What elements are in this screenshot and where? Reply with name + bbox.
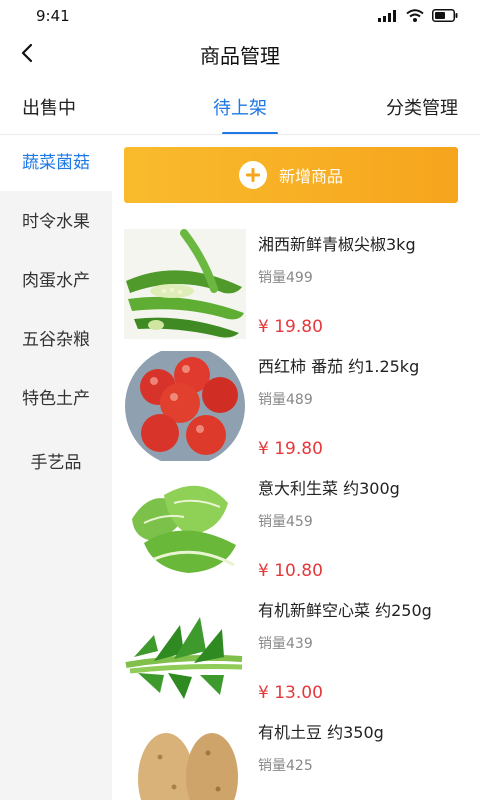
tab-bar: 出售中 待上架 分类管理 [0, 80, 480, 135]
product-sales: 销量499 [258, 270, 313, 286]
sidebar-item-vegetables[interactable]: 蔬菜菌菇 [0, 135, 112, 191]
status-icons [378, 9, 458, 22]
add-product-label: 新增商品 [278, 167, 343, 186]
product-sales: 销量439 [258, 636, 313, 652]
product-sales: 销量425 [258, 758, 313, 774]
product-panel: 新增商品 湘西新鲜青椒尖椒3kg 销量499 ¥ 19.80 西红柿 番茄 约1… [112, 135, 480, 800]
product-item[interactable]: 有机土豆 约350g 销量425 [124, 717, 470, 800]
nav-bar: 商品管理 [0, 32, 480, 76]
signal-icon [378, 9, 396, 22]
tab-category-management[interactable]: 分类管理 [386, 94, 458, 120]
product-sales: 销量489 [258, 392, 313, 408]
product-item[interactable]: 湘西新鲜青椒尖椒3kg 销量499 ¥ 19.80 [124, 229, 470, 351]
product-item[interactable]: 西红柿 番茄 约1.25kg 销量489 ¥ 19.80 [124, 351, 470, 473]
product-price: ¥ 10.80 [258, 561, 323, 581]
product-name: 湘西新鲜青椒尖椒3kg [258, 235, 416, 254]
sidebar-item-meat-eggs-seafood[interactable]: 肉蛋水产 [0, 253, 112, 309]
sidebar-item-handicrafts[interactable]: 手艺品 [0, 435, 112, 491]
lettuce-image [124, 473, 246, 583]
wifi-icon [406, 9, 424, 22]
tomato-image [124, 351, 246, 461]
sidebar-item-grains[interactable]: 五谷杂粮 [0, 312, 112, 368]
product-name: 意大利生菜 约300g [258, 479, 400, 498]
plus-circle-icon [238, 161, 267, 189]
product-sales: 销量459 [258, 514, 313, 530]
green-pepper-image [124, 229, 246, 339]
water-spinach-image [124, 595, 246, 705]
status-bar: 9:41 [0, 0, 480, 32]
sidebar-item-fruits[interactable]: 时令水果 [0, 194, 112, 250]
sidebar-item-local-specialties[interactable]: 特色土产 [0, 371, 112, 427]
status-time: 9:41 [36, 7, 70, 25]
page-title: 商品管理 [200, 44, 280, 68]
add-product-button[interactable]: 新增商品 [124, 147, 458, 203]
battery-icon [432, 9, 458, 22]
product-price: ¥ 13.00 [258, 683, 323, 703]
product-item[interactable]: 意大利生菜 约300g 销量459 ¥ 10.80 [124, 473, 470, 595]
category-sidebar: 蔬菜菌菇 时令水果 肉蛋水产 五谷杂粮 特色土产 手艺品 [0, 135, 112, 800]
product-name: 有机土豆 约350g [258, 723, 384, 742]
product-name: 有机新鲜空心菜 约250g [258, 601, 432, 620]
product-price: ¥ 19.80 [258, 317, 323, 337]
product-item[interactable]: 有机新鲜空心菜 约250g 销量439 ¥ 13.00 [124, 595, 470, 717]
potato-image [124, 717, 246, 800]
product-price: ¥ 19.80 [258, 439, 323, 459]
product-name: 西红柿 番茄 约1.25kg [258, 357, 420, 376]
